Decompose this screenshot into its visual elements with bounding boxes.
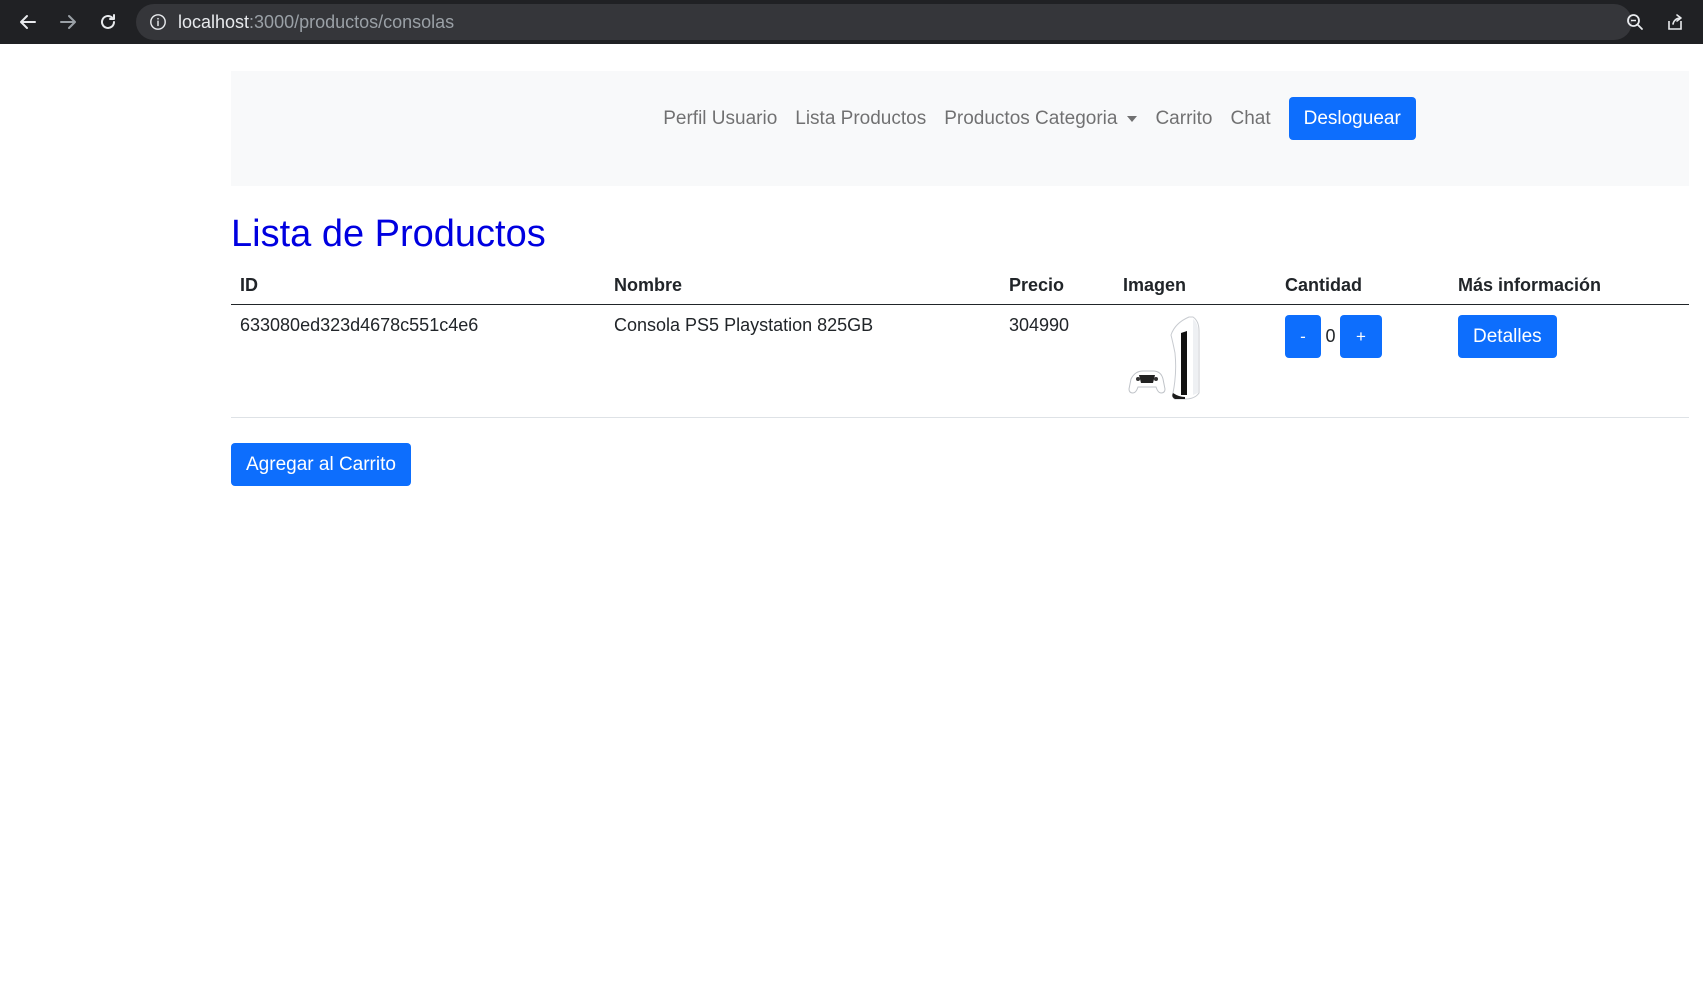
nav-link-label: Lista Productos	[795, 107, 927, 129]
reload-icon[interactable]	[92, 6, 124, 38]
nav-link-chat[interactable]: Chat	[1221, 97, 1279, 140]
quantity-cell: - 0 +	[1276, 304, 1449, 418]
url-path: :3000/productos/consolas	[249, 11, 455, 32]
address-bar[interactable]: localhost:3000/productos/consolas	[136, 4, 1632, 40]
url-host: localhost	[178, 11, 250, 32]
url-text: localhost:3000/productos/consolas	[178, 12, 454, 33]
column-header-precio: Precio	[1000, 261, 1114, 305]
nav-link-carrito[interactable]: Carrito	[1146, 97, 1221, 140]
products-table: ID Nombre Precio Imagen Cantidad Más inf…	[231, 261, 1689, 418]
share-icon[interactable]	[1661, 8, 1689, 36]
product-price: 304990	[1000, 304, 1114, 418]
nav-link-label: Carrito	[1155, 107, 1213, 129]
quantity-stepper: - 0 +	[1285, 315, 1440, 358]
nav-link-label: Productos Categoria	[944, 107, 1118, 129]
decrease-quantity-button[interactable]: -	[1285, 315, 1321, 358]
back-arrow-icon[interactable]	[12, 6, 44, 38]
table-row: 633080ed323d4678c551c4e6 Consola PS5 Pla…	[231, 304, 1689, 418]
nav-link-label: Chat	[1230, 107, 1271, 129]
increase-quantity-button[interactable]: +	[1340, 315, 1382, 358]
page-title: Lista de Productos	[231, 213, 546, 255]
details-cell: Detalles	[1449, 304, 1689, 418]
table-header-row: ID Nombre Precio Imagen Cantidad Más inf…	[231, 261, 1689, 305]
info-icon[interactable]	[148, 12, 168, 32]
nav-list: Perfil Usuario Lista Productos Productos…	[654, 97, 1416, 140]
page-container: Perfil Usuario Lista Productos Productos…	[231, 71, 1689, 486]
forward-arrow-icon[interactable]	[52, 6, 84, 38]
column-header-imagen: Imagen	[1114, 261, 1276, 305]
column-header-mas-informacion: Más información	[1449, 261, 1689, 305]
column-header-cantidad: Cantidad	[1276, 261, 1449, 305]
nav-link-perfil-usuario[interactable]: Perfil Usuario	[654, 97, 786, 140]
details-button[interactable]: Detalles	[1458, 315, 1557, 358]
column-header-nombre: Nombre	[605, 261, 1000, 305]
product-image-cell	[1114, 304, 1276, 418]
caret-down-icon	[1127, 115, 1138, 122]
logout-button[interactable]: Desloguear	[1288, 97, 1416, 140]
nav-link-label: Perfil Usuario	[663, 107, 778, 129]
zoom-icon[interactable]	[1621, 8, 1649, 36]
column-header-id: ID	[231, 261, 605, 305]
product-name: Consola PS5 Playstation 825GB	[605, 304, 1000, 418]
navbar: Perfil Usuario Lista Productos Productos…	[231, 71, 1689, 186]
product-id: 633080ed323d4678c551c4e6	[231, 304, 605, 418]
browser-toolbar: localhost:3000/productos/consolas	[0, 0, 1703, 44]
add-to-cart-button[interactable]: Agregar al Carrito	[231, 443, 411, 486]
ps5-console-image	[1128, 316, 1200, 400]
nav-link-lista-productos[interactable]: Lista Productos	[786, 97, 935, 140]
quantity-value: 0	[1325, 326, 1336, 346]
nav-dropdown-productos-categoria[interactable]: Productos Categoria	[935, 97, 1146, 140]
